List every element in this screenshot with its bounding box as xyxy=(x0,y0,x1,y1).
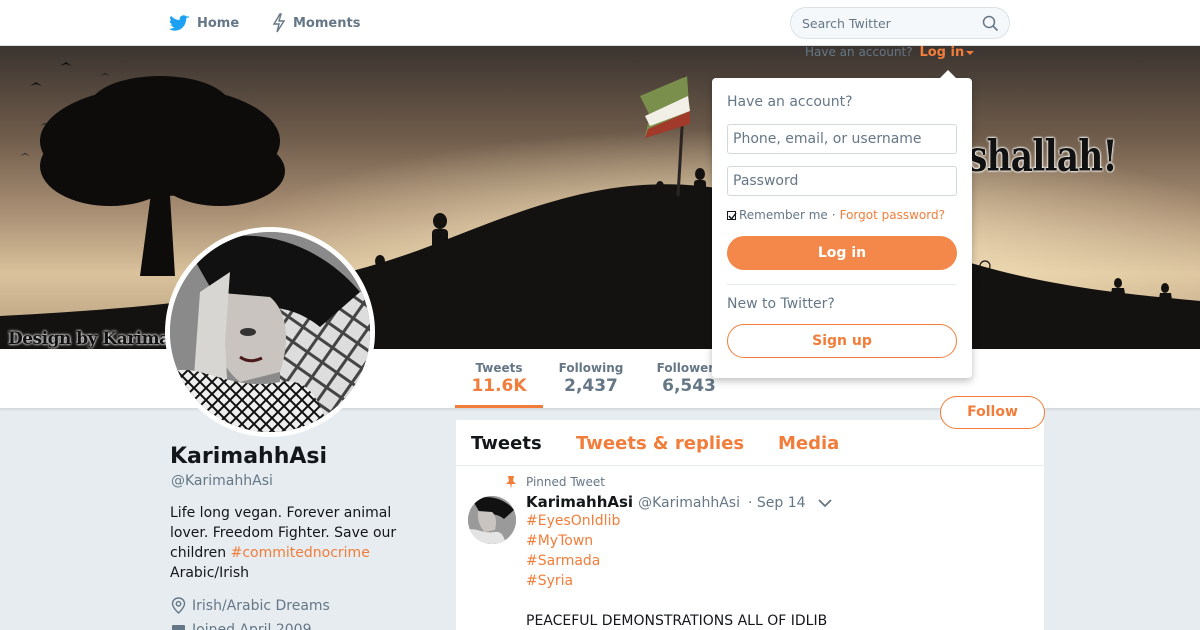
remember-me-label[interactable]: Remember me xyxy=(739,208,828,222)
tab-tweets[interactable]: Tweets xyxy=(471,433,542,454)
calendar-icon xyxy=(172,624,185,630)
stat-value: 6,543 xyxy=(662,376,716,396)
tweet-author-name[interactable]: KarimahhAsi xyxy=(526,493,633,511)
separator-dot: · xyxy=(831,208,836,222)
tweet-body: #EyesOnIdlib #MyTown #Sarmada #Syria PEA… xyxy=(526,511,827,630)
login-prompt: Have an account? Log in xyxy=(805,45,975,60)
remember-me-checkbox[interactable] xyxy=(727,210,737,220)
top-navigation: Home Moments xyxy=(0,0,1200,46)
signup-button[interactable]: Sign up xyxy=(727,324,957,358)
tweet-hashtag[interactable]: #Syria xyxy=(526,571,827,591)
search-icon[interactable] xyxy=(982,15,999,32)
forgot-password-link[interactable]: Forgot password? xyxy=(840,208,945,222)
tweet-text: PEACEFUL DEMONSTRATIONS ALL OF IDLIB xyxy=(526,613,828,629)
bio-hashtag[interactable]: #commitednocrime xyxy=(231,545,370,561)
stat-tweets[interactable]: Tweets 11.6K xyxy=(455,361,543,396)
remember-row: Remember me · Forgot password? xyxy=(727,208,945,222)
bio-tail: Arabic/Irish xyxy=(170,565,250,581)
nav-moments-label: Moments xyxy=(293,15,361,31)
banner-overlay-text: shallah! xyxy=(968,132,1118,182)
location-text: Irish/Arabic Dreams xyxy=(192,597,330,614)
stat-label: Following xyxy=(558,361,624,375)
tweet-date[interactable]: · Sep 14 xyxy=(748,495,806,511)
tweet-author-handle[interactable]: @KarimahhAsi xyxy=(638,495,740,511)
stat-value: 2,437 xyxy=(564,376,618,396)
tweet-hashtag[interactable]: #EyesOnIdlib xyxy=(526,511,827,531)
nav-home-label: Home xyxy=(197,15,240,31)
profile-handle[interactable]: @KarimahhAsi xyxy=(171,473,273,489)
pin-icon xyxy=(506,475,516,489)
follow-button[interactable]: Follow xyxy=(940,396,1045,429)
profile-joined: Joined April 2009 xyxy=(171,622,312,630)
nav-home[interactable]: Home xyxy=(170,12,239,34)
profile-avatar[interactable] xyxy=(165,227,375,437)
caret-down-icon[interactable] xyxy=(966,50,975,55)
login-button[interactable]: Log in xyxy=(727,236,957,270)
search-input[interactable] xyxy=(802,8,972,38)
stat-following[interactable]: Following 2,437 xyxy=(550,361,632,396)
tweet-hashtag[interactable]: #Sarmada xyxy=(526,551,827,571)
profile-bio: Life long vegan. Forever animal lover. F… xyxy=(170,503,420,583)
tweet-avatar[interactable] xyxy=(468,496,516,544)
joined-text: Joined April 2009 xyxy=(192,622,312,630)
username-field[interactable] xyxy=(727,124,957,154)
lightning-icon xyxy=(272,13,286,33)
twitter-bird-icon xyxy=(170,14,190,31)
dropdown-title: Have an account? xyxy=(727,94,853,110)
avatar-image xyxy=(170,232,370,432)
profile-location: Irish/Arabic Dreams xyxy=(171,597,330,614)
dropdown-divider xyxy=(727,284,957,285)
nav-moments[interactable]: Moments xyxy=(272,12,360,34)
checkmark-icon xyxy=(728,212,737,220)
tab-tweets-replies[interactable]: Tweets & replies xyxy=(576,433,744,454)
timeline: Tweets Tweets & replies Media Pinned Twe… xyxy=(456,420,1044,630)
new-to-twitter-text: New to Twitter? xyxy=(727,296,835,312)
chevron-down-icon[interactable] xyxy=(818,498,832,508)
profile-name[interactable]: KarimahhAsi xyxy=(170,444,327,469)
pinned-tweet-label: Pinned Tweet xyxy=(506,475,605,489)
login-dropdown: Have an account? Remember me · Forgot pa… xyxy=(712,70,972,378)
tweet-hashtag[interactable]: #MyTown xyxy=(526,531,827,551)
tweet-header: KarimahhAsi @KarimahhAsi · Sep 14 xyxy=(526,493,806,511)
stat-label: Tweets xyxy=(475,361,523,375)
login-dropdown-toggle[interactable]: Log in xyxy=(919,45,964,60)
location-pin-icon xyxy=(171,597,186,614)
banner-credit: Design by Karimah xyxy=(8,329,182,349)
pinned-text: Pinned Tweet xyxy=(526,475,605,489)
stat-value: 11.6K xyxy=(471,376,527,396)
search-box xyxy=(790,7,1010,39)
login-prompt-text: Have an account? xyxy=(805,45,913,59)
password-field[interactable] xyxy=(727,166,957,196)
tab-media[interactable]: Media xyxy=(778,433,839,454)
active-stat-indicator xyxy=(455,405,543,408)
